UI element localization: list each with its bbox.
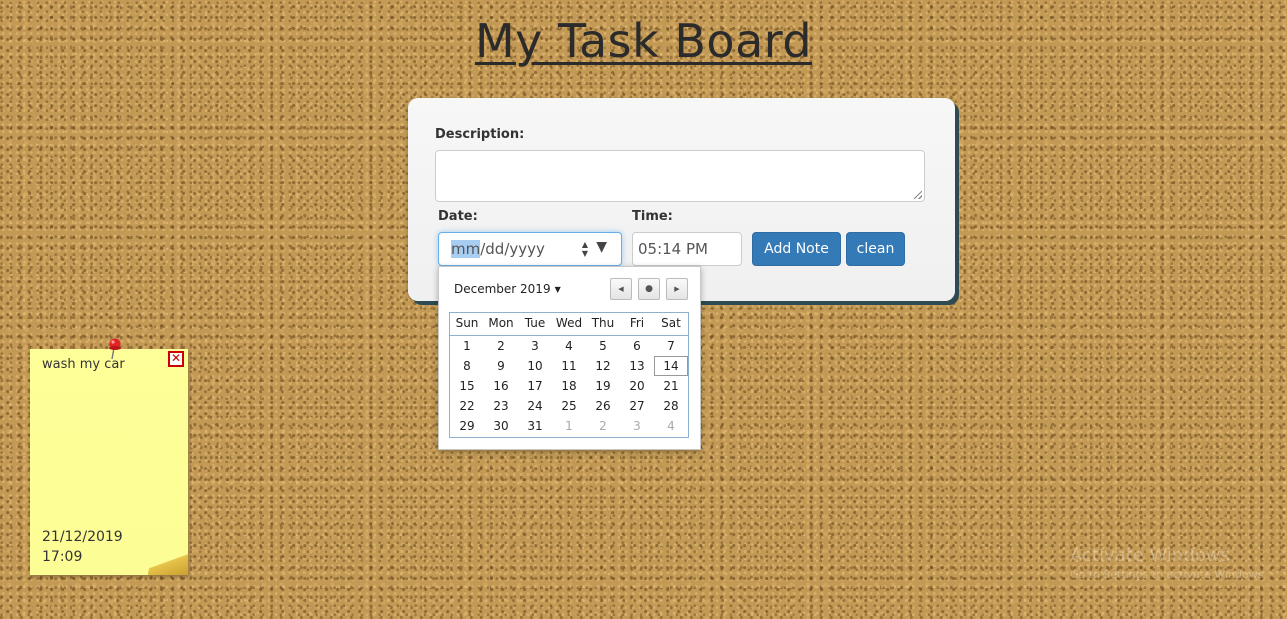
activation-watermark: Activate Windows Go to Settings to activ… — [1070, 545, 1267, 581]
calendar-day[interactable]: 13 — [620, 356, 654, 376]
month-label: December 2019 — [454, 282, 551, 296]
calendar-day[interactable]: 20 — [620, 376, 654, 396]
note-date-text: 21/12/2019 — [42, 529, 123, 545]
weekday-label: Sun — [455, 316, 479, 330]
prev-month-button[interactable]: ◀ — [610, 278, 632, 300]
calendar-day[interactable]: 1 — [450, 336, 484, 356]
date-picker-popup: December 2019 ▼ ◀ ● ▶ Sun Mon Tue Wed Thu… — [438, 266, 701, 450]
description-textarea[interactable] — [435, 150, 925, 202]
calendar-week-row: 8 9 10 11 12 13 14 — [450, 356, 688, 376]
calendar-day[interactable]: 2 — [484, 336, 518, 356]
date-rest-segment[interactable]: /dd/yyyy — [480, 240, 545, 258]
calendar-day[interactable]: 31 — [518, 416, 552, 436]
page-title: My Task Board — [474, 14, 813, 68]
calendar-day[interactable]: 22 — [450, 396, 484, 416]
watermark-title: Activate Windows — [1070, 545, 1230, 566]
calendar-day[interactable]: 10 — [518, 356, 552, 376]
calendar-week-row: 29 30 31 1 2 3 4 — [450, 416, 688, 436]
resize-grip-icon[interactable] — [914, 191, 922, 199]
date-dropdown-icon[interactable]: ▼ — [596, 239, 607, 255]
calendar-day-next-month[interactable]: 3 — [620, 416, 654, 436]
calendar-grid: Sun Mon Tue Wed Thu Fri Sat 1 2 3 4 5 6 … — [449, 312, 689, 438]
weekday-header: Sun Mon Tue Wed Thu Fri Sat — [450, 313, 688, 336]
calendar-day[interactable]: 8 — [450, 356, 484, 376]
dot-icon: ● — [645, 284, 653, 294]
calendar-week-row: 1 2 3 4 5 6 7 — [450, 336, 688, 356]
calendar-day-next-month[interactable]: 2 — [586, 416, 620, 436]
calendar-day-today[interactable]: 14 — [654, 356, 688, 376]
weekday-label: Sat — [661, 316, 681, 330]
time-label: Time: — [632, 209, 673, 224]
calendar-day[interactable]: 16 — [484, 376, 518, 396]
delete-note-close-icon[interactable]: ✕ — [168, 351, 184, 367]
time-input[interactable]: 05:14 PM — [632, 232, 742, 266]
calendar-week-row: 22 23 24 25 26 27 28 — [450, 396, 688, 416]
calendar-day-next-month[interactable]: 4 — [654, 416, 688, 436]
page-curl — [148, 547, 188, 575]
calendar-day[interactable]: 21 — [654, 376, 688, 396]
description-label: Description: — [435, 127, 525, 142]
calendar-day[interactable]: 28 — [654, 396, 688, 416]
calendar-day[interactable]: 25 — [552, 396, 586, 416]
calendar-day[interactable]: 18 — [552, 376, 586, 396]
next-month-button[interactable]: ▶ — [666, 278, 688, 300]
watermark-subtitle: Go to Settings to activate Windows. — [1070, 568, 1268, 581]
weekday-label: Wed — [555, 316, 583, 330]
date-input[interactable]: mm/dd/yyyy ▲ ▼ ▼ — [438, 232, 622, 266]
triangle-left-icon: ◀ — [618, 285, 624, 293]
calendar-week-row: 15 16 17 18 19 20 21 — [450, 376, 688, 396]
pushpin-icon — [109, 338, 121, 360]
calendar-day[interactable]: 4 — [552, 336, 586, 356]
calendar-day[interactable]: 30 — [484, 416, 518, 436]
sticky-note[interactable]: wash my car 21/12/2019 17:09 — [30, 349, 188, 575]
calendar-day[interactable]: 9 — [484, 356, 518, 376]
calendar-day[interactable]: 27 — [620, 396, 654, 416]
date-spinner-icon[interactable]: ▲ ▼ — [579, 240, 591, 258]
note-time-text: 17:09 — [42, 549, 83, 565]
add-note-button[interactable]: Add Note — [752, 232, 841, 266]
weekday-label: Mon — [488, 316, 514, 330]
calendar-day-next-month[interactable]: 1 — [552, 416, 586, 436]
calendar-day[interactable]: 17 — [518, 376, 552, 396]
calendar-day[interactable]: 11 — [552, 356, 586, 376]
weekday-label: Fri — [629, 316, 645, 330]
weekday-label: Tue — [524, 316, 546, 330]
date-label: Date: — [438, 209, 478, 224]
calendar-day[interactable]: 19 — [586, 376, 620, 396]
calendar-day[interactable]: 6 — [620, 336, 654, 356]
calendar-day[interactable]: 29 — [450, 416, 484, 436]
date-month-segment[interactable]: mm — [451, 240, 481, 258]
calendar-day[interactable]: 7 — [654, 336, 688, 356]
weekday-label: Thu — [591, 316, 615, 330]
caret-down-icon: ▼ — [554, 285, 561, 294]
calendar-day[interactable]: 5 — [586, 336, 620, 356]
calendar-day[interactable]: 23 — [484, 396, 518, 416]
month-selector[interactable]: December 2019 ▼ — [454, 282, 561, 296]
today-button[interactable]: ● — [638, 278, 660, 300]
calendar-day[interactable]: 3 — [518, 336, 552, 356]
calendar-day[interactable]: 24 — [518, 396, 552, 416]
calendar-day[interactable]: 12 — [586, 356, 620, 376]
clean-button[interactable]: clean — [846, 232, 905, 266]
calendar-day[interactable]: 26 — [586, 396, 620, 416]
triangle-right-icon: ▶ — [674, 285, 680, 293]
calendar-day[interactable]: 15 — [450, 376, 484, 396]
